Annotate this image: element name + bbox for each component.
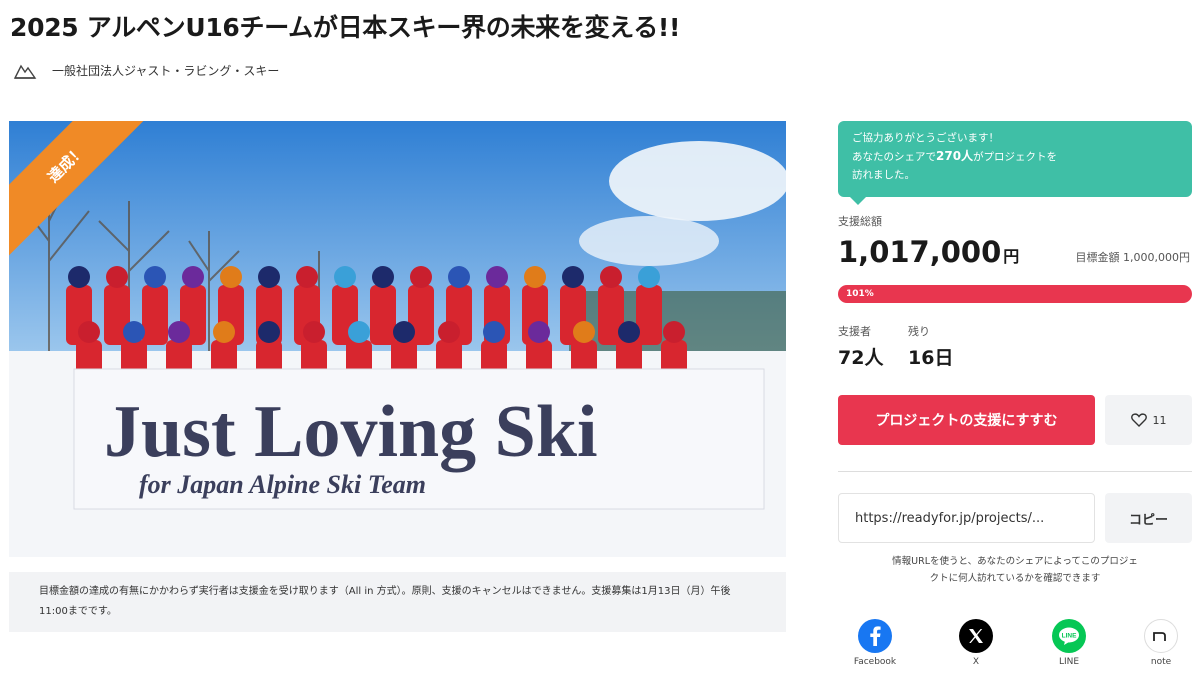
skier-helmet [573, 321, 595, 343]
skier-body [142, 285, 168, 345]
skier-helmet [303, 321, 325, 343]
skier-body [636, 285, 662, 345]
favorite-button[interactable]: 11 [1105, 395, 1192, 445]
progress-bar: 101% [838, 285, 1192, 303]
share-facebook-label: Facebook [853, 657, 897, 667]
skier-helmet [562, 266, 584, 288]
skier-helmet [618, 321, 640, 343]
share-thanks-bubble: ご協力ありがとうございます！ あなたのシェアで270人がプロジェクトを 訪れまし… [838, 121, 1192, 205]
thanks-count: 270人 [936, 149, 974, 163]
share-facebook-button[interactable]: Facebook [845, 619, 905, 667]
svg-text:LINE: LINE [1062, 633, 1077, 640]
skier-helmet [258, 266, 280, 288]
skier-helmet [448, 266, 470, 288]
heart-icon [1130, 413, 1147, 427]
skier-helmet [123, 321, 145, 343]
skier-helmet [334, 266, 356, 288]
thanks-line1: ご協力ありがとうございます！ [852, 132, 999, 144]
favorite-count: 11 [1152, 413, 1167, 427]
skier-helmet [168, 321, 190, 343]
supporters-label: 支援者 [838, 325, 871, 338]
copy-url-button[interactable]: コピー [1105, 493, 1192, 543]
share-line-button[interactable]: LINE LINE [1039, 619, 1099, 667]
skier-helmet [663, 321, 685, 343]
owner-logo-icon [12, 58, 38, 82]
skier-helmet [524, 266, 546, 288]
skier-helmet [78, 321, 100, 343]
thanks-line2-post: がプロジェクトを [973, 151, 1058, 163]
skier-helmet [106, 266, 128, 288]
thanks-line2: あなたのシェアで270人がプロジェクトを [852, 147, 1178, 166]
notice-box: 目標金額の達成の有無にかかわらず実行者は支援金を受け取ります（All in 方式… [9, 572, 786, 632]
share-note-line2: クトに何人訪れているかを確認できます [929, 573, 1101, 584]
support-project-button[interactable]: プロジェクトの支援にすすむ [838, 395, 1095, 445]
raised-label: 支援総額 [838, 215, 882, 228]
skier-helmet [258, 321, 280, 343]
remaining-label: 残り [908, 325, 930, 338]
x-icon [959, 619, 993, 653]
raised-amount-value: 1,017,000 [838, 235, 1002, 269]
owner-name: 一般社団法人ジャスト・ラビング・スキー [52, 63, 280, 78]
raised-unit: 円 [1003, 247, 1020, 266]
progress-text: 101% [846, 289, 874, 299]
skier-helmet [213, 321, 235, 343]
share-note-label: note [1150, 657, 1172, 667]
skier-helmet [372, 266, 394, 288]
share-line-label: LINE [1058, 657, 1080, 667]
share-x-label: X [972, 657, 980, 667]
bubble-arrow [850, 197, 866, 205]
skier-helmet [393, 321, 415, 343]
banner-main-text: Just Loving Ski [104, 391, 598, 473]
share-url-note: 情報URLを使うと、あなたのシェアによってこのプロジェ クトに何人訪れているかを… [838, 553, 1192, 587]
share-x-button[interactable]: X [946, 619, 1006, 667]
raised-amount: 1,017,000 円 [838, 235, 1019, 269]
skier-body [370, 285, 396, 345]
skier-helmet [486, 266, 508, 288]
share-url-field[interactable]: https://readyfor.jp/projects/... [838, 493, 1095, 543]
skier-helmet [528, 321, 550, 343]
owner-link[interactable]: 一般社団法人ジャスト・ラビング・スキー [12, 58, 279, 82]
skier-helmet [638, 266, 660, 288]
line-icon: LINE [1052, 619, 1086, 653]
skier-helmet [220, 266, 242, 288]
skier-helmet [144, 266, 166, 288]
skier-helmet [348, 321, 370, 343]
skier-helmet [410, 266, 432, 288]
banner-sub-text: for Japan Alpine Ski Team [139, 470, 426, 499]
share-note-button[interactable]: note [1131, 619, 1191, 667]
divider [838, 471, 1192, 472]
skier-helmet [68, 266, 90, 288]
notice-text: 目標金額の達成の有無にかかわらず実行者は支援金を受け取ります（All in 方式… [39, 586, 731, 617]
share-buttons: Facebook X LINE LINE note [838, 619, 1192, 674]
thanks-line3: 訪れました。 [852, 169, 915, 181]
page-title: 2025 アルペンU16チームが日本スキー界の未来を変える!! [10, 13, 681, 42]
skier-helmet [182, 266, 204, 288]
facebook-icon [858, 619, 892, 653]
supporters-count: 72人 [838, 347, 884, 369]
thanks-line2-pre: あなたのシェアで [852, 151, 936, 163]
hero-image: Just Loving Ski for Japan Alpine Ski Tea… [9, 121, 786, 557]
share-note-line1: 情報URLを使うと、あなたのシェアによってこのプロジェ [892, 556, 1138, 567]
skier-helmet [438, 321, 460, 343]
skier-helmet [600, 266, 622, 288]
remaining-days: 16日 [908, 347, 954, 369]
note-icon [1144, 619, 1178, 653]
goal-amount: 目標金額 1,000,000円 [1075, 251, 1190, 264]
skier-helmet [296, 266, 318, 288]
skier-helmet [483, 321, 505, 343]
project-sidebar: ご協力ありがとうございます！ あなたのシェアで270人がプロジェクトを 訪れまし… [838, 121, 1192, 584]
